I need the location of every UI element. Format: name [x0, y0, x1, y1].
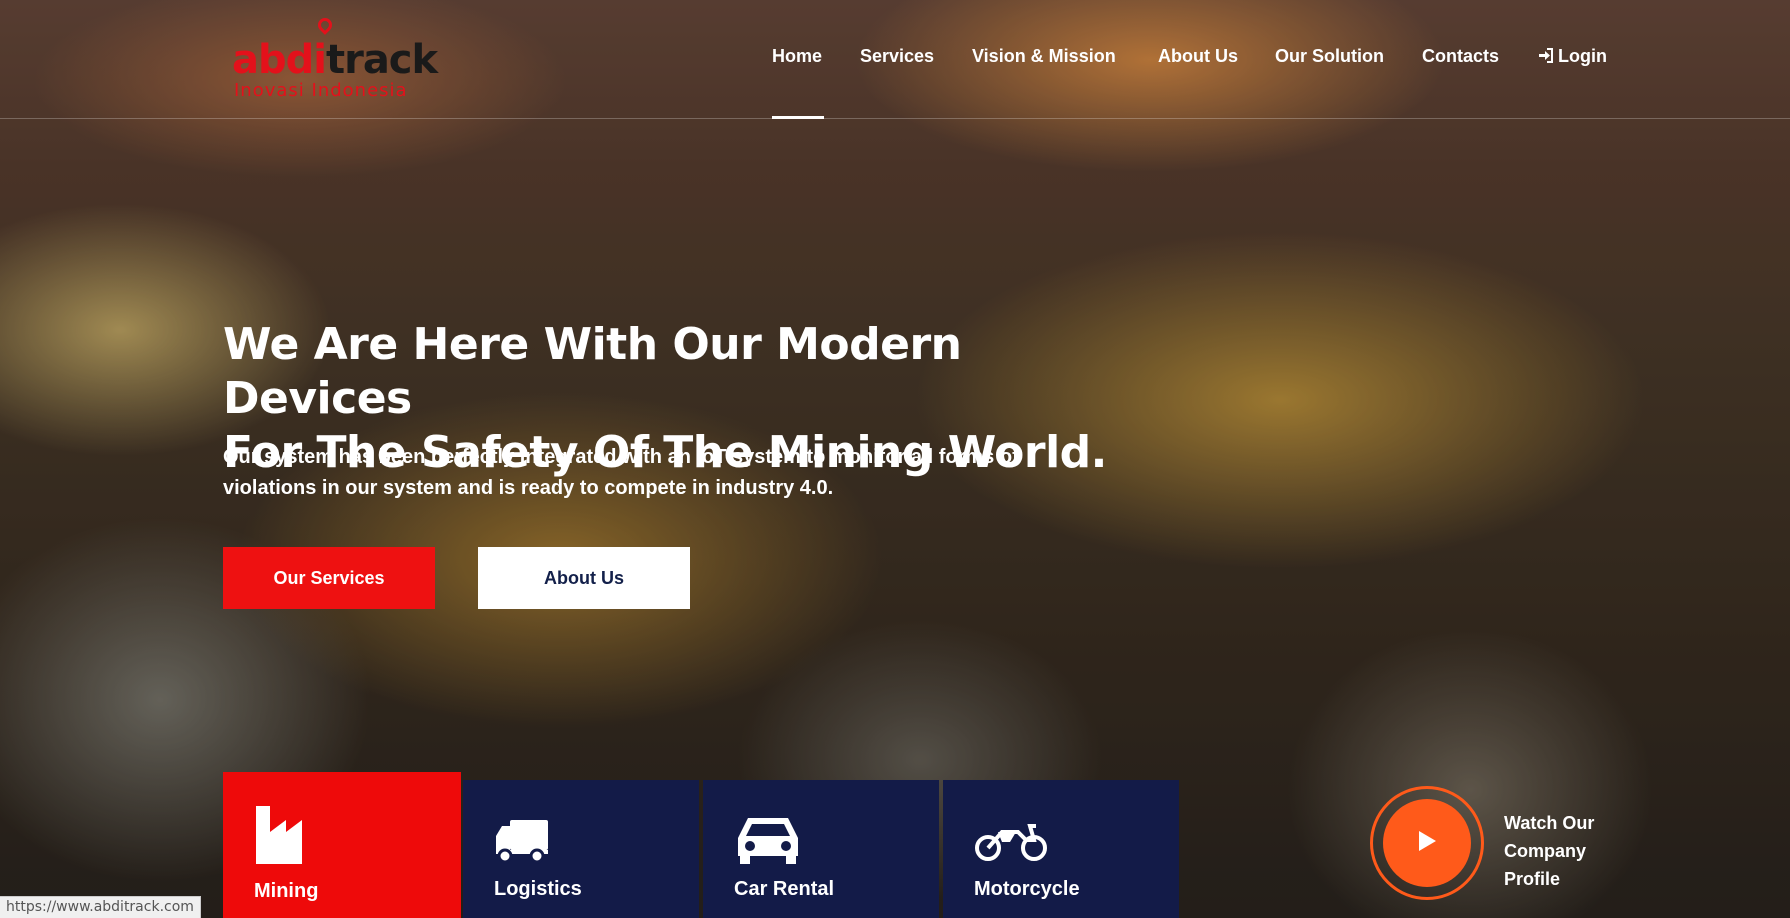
our-services-button[interactable]: Our Services [223, 547, 435, 609]
status-bar-url: https://www.abditrack.com [0, 896, 201, 918]
truck-icon [494, 818, 550, 869]
logo-tagline: Inovasi Indonesia [234, 80, 408, 101]
login-label: Login [1558, 46, 1607, 66]
nav-active-indicator [772, 116, 824, 119]
play-icon [1416, 829, 1438, 858]
service-card-mining[interactable]: Mining [223, 772, 461, 918]
nav-item-login[interactable]: Login [1538, 46, 1607, 67]
login-icon [1538, 48, 1554, 67]
factory-icon [254, 804, 312, 871]
car-icon [734, 814, 802, 871]
nav-item-home[interactable]: Home [772, 46, 822, 67]
play-button-circle [1383, 799, 1471, 887]
hero-description: Our system has been perfectly integrated… [223, 446, 1019, 499]
nav-item-about-us[interactable]: About Us [1158, 46, 1238, 67]
service-card-motorcycle[interactable]: Motorcycle [943, 780, 1179, 918]
nav-item-vision-mission[interactable]: Vision & Mission [972, 46, 1116, 67]
nav-item-our-solution[interactable]: Our Solution [1275, 46, 1384, 67]
play-video-button[interactable] [1370, 786, 1484, 900]
nav-item-contacts[interactable]: Contacts [1422, 46, 1499, 67]
location-pin-icon [315, 15, 335, 35]
about-us-button[interactable]: About Us [478, 547, 690, 609]
main-nav: Home Services Vision & Mission About Us … [0, 46, 1790, 76]
service-label-car-rental: Car Rental [734, 878, 835, 900]
service-label-motorcycle: Motorcycle [974, 878, 1080, 900]
service-label-mining: Mining [254, 880, 319, 902]
service-label-logistics: Logistics [494, 878, 582, 900]
service-card-logistics[interactable]: Logistics [463, 780, 699, 918]
watch-profile-text[interactable]: Watch Our Company Profile [1504, 809, 1624, 893]
motorcycle-icon [974, 818, 1048, 867]
nav-item-services[interactable]: Services [860, 46, 934, 67]
service-card-car-rental[interactable]: Car Rental [703, 780, 939, 918]
site-header: abditrack Inovasi Indonesia Home Service… [0, 0, 1790, 119]
